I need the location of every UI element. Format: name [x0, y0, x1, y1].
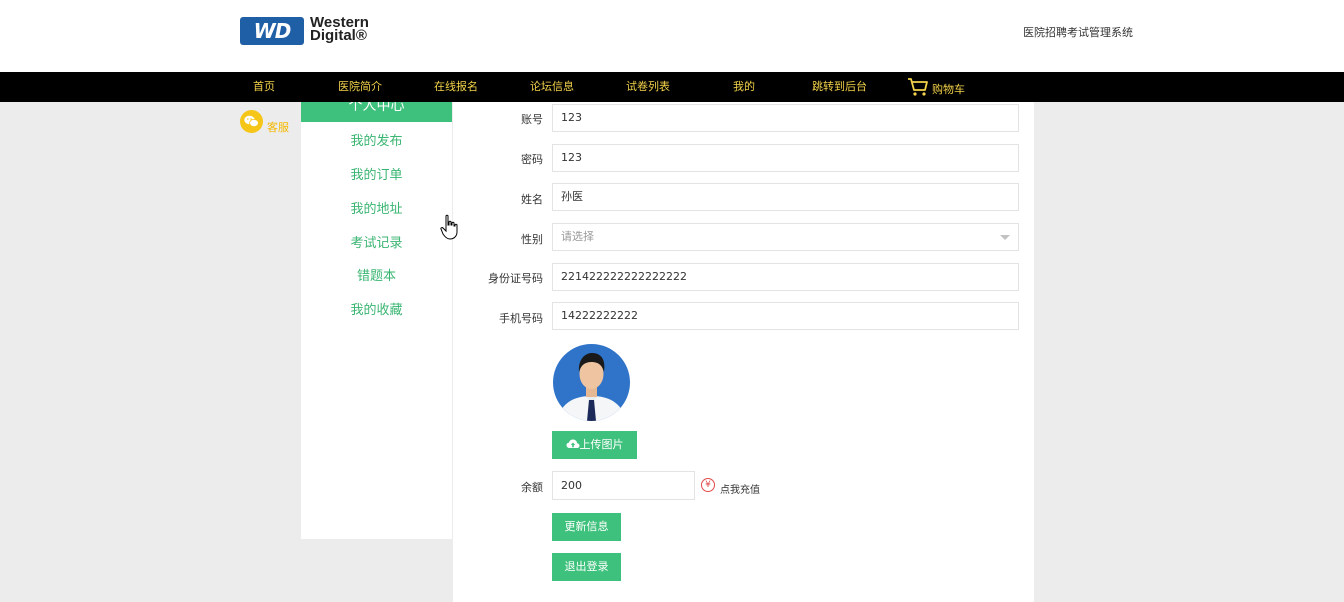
balance-label: 余额: [521, 481, 543, 494]
gender-placeholder: 请选择: [561, 230, 594, 243]
idcard-input[interactable]: 221422222222222222: [552, 263, 1019, 291]
password-input[interactable]: 123: [552, 144, 1019, 172]
top-header: WD Western Digital® 医院招聘考试管理系统: [0, 0, 1344, 72]
upload-label: 上传图片: [579, 438, 624, 451]
sidebar-item-my-posts[interactable]: 我的发布: [301, 130, 452, 149]
sidebar-item-exam-records[interactable]: 考试记录: [301, 232, 452, 251]
name-input[interactable]: 孙医: [552, 183, 1019, 211]
password-label: 密码: [521, 153, 543, 166]
sidebar-item-my-orders[interactable]: 我的订单: [301, 164, 452, 183]
nav-admin[interactable]: 跳转到后台: [812, 72, 867, 102]
balance-input: 200: [552, 471, 695, 500]
brand-logo[interactable]: WD Western Digital®: [240, 15, 385, 46]
nav-home[interactable]: 首页: [253, 72, 275, 102]
yen-icon: ¥: [701, 478, 715, 492]
logo-badge: WD: [240, 17, 304, 45]
nav-exam-papers[interactable]: 试卷列表: [626, 72, 670, 102]
profile-form: 账号 123 密码 123 姓名 孙医 性别 请选择 身份证号码 2214222…: [453, 102, 1034, 602]
nav-forum[interactable]: 论坛信息: [530, 72, 574, 102]
sidebar-item-personal-center[interactable]: 个人中心: [301, 102, 452, 122]
service-label: 客服: [267, 121, 289, 134]
account-input[interactable]: 123: [552, 104, 1019, 132]
upload-image-button[interactable]: 上传图片: [552, 431, 637, 459]
sidebar-item-favorites[interactable]: 我的收藏: [301, 299, 452, 318]
logout-button[interactable]: 退出登录: [552, 553, 621, 581]
hand-cursor-icon: [440, 214, 458, 240]
idcard-label: 身份证号码: [488, 272, 543, 285]
user-sidebar: 个人中心 我的发布 我的订单 我的地址 考试记录 错题本 我的收藏: [301, 102, 452, 539]
avatar: [553, 344, 630, 421]
phone-input[interactable]: 14222222222: [552, 302, 1019, 330]
update-info-button[interactable]: 更新信息: [552, 513, 621, 541]
sidebar-item-my-address[interactable]: 我的地址: [301, 198, 452, 217]
nav-hospital-intro[interactable]: 医院简介: [338, 72, 382, 102]
sidebar-item-wrong-questions[interactable]: 错题本: [301, 265, 452, 284]
logo-line-2: Digital®: [310, 27, 367, 44]
account-label: 账号: [521, 113, 543, 126]
wechat-icon: [240, 110, 263, 133]
name-label: 姓名: [521, 193, 543, 206]
nav-online-registration[interactable]: 在线报名: [434, 72, 478, 102]
main-nav: 首页 医院简介 在线报名 论坛信息 试卷列表 我的 跳转到后台 购物车: [0, 72, 1344, 102]
recharge-label: 点我充值: [720, 485, 760, 496]
cart-icon[interactable]: [907, 77, 929, 97]
nav-cart[interactable]: 购物车: [932, 75, 965, 105]
chevron-down-icon: [1000, 235, 1010, 240]
logo-text: Western Digital®: [310, 15, 390, 44]
cloud-upload-icon: [566, 439, 579, 448]
gender-label: 性别: [521, 233, 543, 246]
gender-select[interactable]: 请选择: [552, 223, 1019, 251]
phone-label: 手机号码: [499, 312, 543, 325]
site-title: 医院招聘考试管理系统: [1023, 26, 1133, 39]
nav-mine[interactable]: 我的: [733, 72, 755, 102]
